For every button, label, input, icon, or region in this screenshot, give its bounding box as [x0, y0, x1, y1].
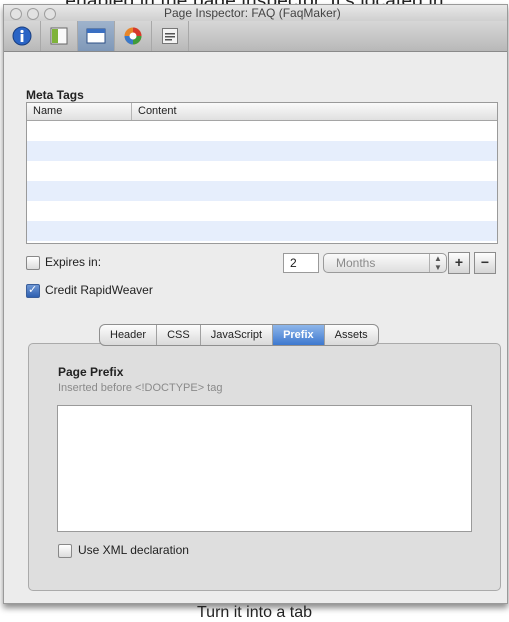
window-tab-button[interactable] [78, 21, 115, 51]
page-prefix-title: Page Prefix [58, 365, 124, 379]
color-tab-button[interactable] [115, 21, 152, 51]
inspector-toolbar [4, 21, 507, 52]
minimize-window-button[interactable] [27, 8, 39, 20]
page-prefix-textarea[interactable] [57, 405, 472, 532]
window-controls [10, 8, 56, 20]
column-header-name[interactable]: Name [27, 103, 132, 120]
page-layout-icon [50, 27, 68, 45]
tab-assets[interactable]: Assets [325, 325, 378, 345]
meta-tags-title: Meta Tags [26, 88, 84, 102]
expires-unit-value: Months [336, 256, 376, 270]
inspector-content: Meta Tags Name Content Expires in: 2 Mon… [4, 52, 507, 603]
window-icon [86, 28, 106, 44]
info-tab-button[interactable] [4, 21, 41, 51]
close-window-button[interactable] [10, 8, 22, 20]
column-header-content[interactable]: Content [132, 103, 497, 120]
use-xml-declaration-checkbox[interactable] [58, 544, 72, 558]
color-wheel-icon [124, 27, 142, 45]
info-icon [12, 26, 32, 46]
tab-header[interactable]: Header [100, 325, 158, 345]
zoom-window-button[interactable] [44, 8, 56, 20]
page-layout-tab-button[interactable] [41, 21, 78, 51]
page-inspector-window: Page Inspector: FAQ (FaqMaker) Meta Tags… [3, 4, 508, 604]
expires-checkbox[interactable] [26, 256, 40, 270]
expires-value-field[interactable]: 2 [283, 253, 319, 273]
table-row[interactable] [27, 121, 497, 141]
title-bar: Page Inspector: FAQ (FaqMaker) [4, 5, 507, 21]
html-code-icon [162, 28, 178, 44]
credit-rapidweaver-label: Credit RapidWeaver [45, 283, 153, 297]
table-row[interactable] [27, 201, 497, 221]
tab-css[interactable]: CSS [157, 325, 201, 345]
chevron-up-down-icon: ▲ ▼ [429, 254, 446, 272]
tab-prefix[interactable]: Prefix [273, 325, 325, 345]
expires-label: Expires in: [45, 255, 102, 269]
table-row[interactable] [27, 161, 497, 181]
add-meta-tag-button[interactable]: + [448, 252, 470, 274]
tab-javascript[interactable]: JavaScript [201, 325, 274, 345]
remove-meta-tag-button[interactable]: − [474, 252, 496, 274]
use-xml-declaration-label: Use XML declaration [78, 543, 189, 557]
page-prefix-subtitle: Inserted before <!DOCTYPE> tag [58, 382, 223, 394]
table-header: Name Content [27, 103, 497, 121]
table-row[interactable] [27, 141, 497, 161]
table-row[interactable] [27, 181, 497, 201]
expires-unit-select[interactable]: Months ▲ ▼ [323, 253, 447, 273]
credit-rapidweaver-checkbox[interactable] [26, 283, 40, 298]
tab-bar: Header CSS JavaScript Prefix Assets [99, 324, 379, 346]
window-title: Page Inspector: FAQ (FaqMaker) [164, 6, 341, 20]
table-row[interactable] [27, 221, 497, 241]
meta-tags-table[interactable]: Name Content [26, 102, 498, 244]
caption-bottom-text: Turn it into a tab [196, 604, 313, 621]
code-tab-button[interactable] [152, 21, 189, 51]
